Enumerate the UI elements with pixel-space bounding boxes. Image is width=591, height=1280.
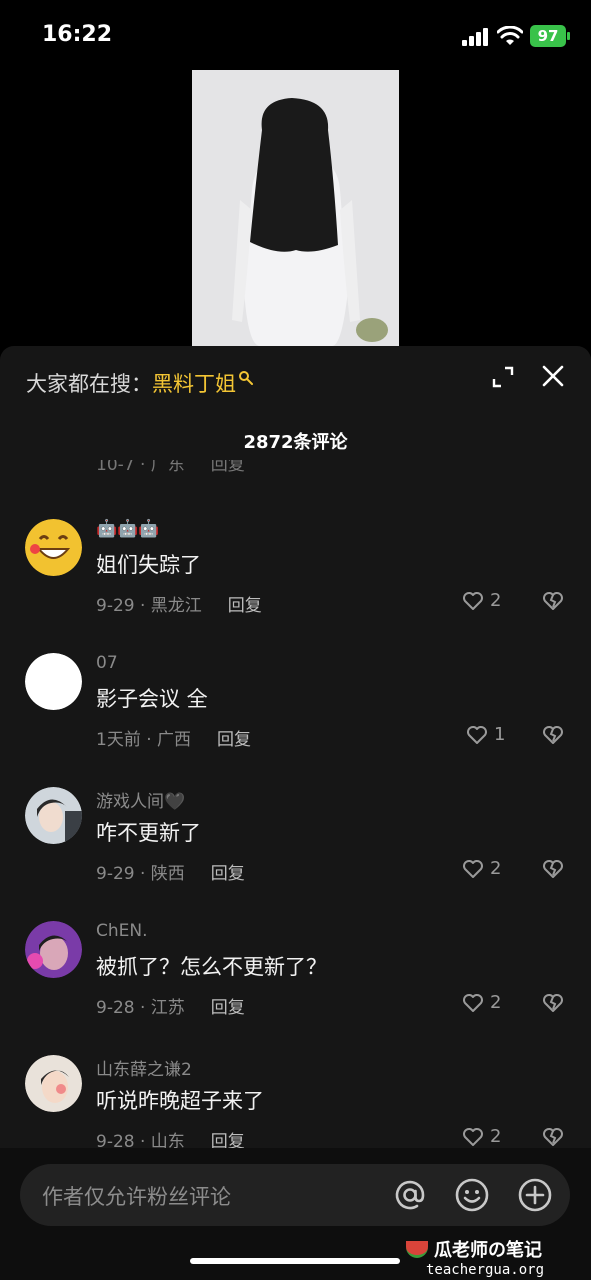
video-thumbnail[interactable]	[192, 70, 399, 346]
comment-sheet: 大家都在搜： 黑料丁姐 2872条评论 10-7 · 广东 回复 🤖🤖🤖 姐们失…	[0, 346, 591, 1280]
comment-item: 游戏人间🖤 咋不更新了 9-29 · 陕西 回复 2	[0, 787, 591, 907]
home-indicator[interactable]	[190, 1258, 400, 1264]
like-count: 2	[490, 992, 502, 1013]
reply-button[interactable]: 回复	[228, 591, 262, 616]
comment-item: 🤖🤖🤖 姐们失踪了 9-29 · 黑龙江 回复 2	[0, 519, 591, 639]
avatar[interactable]	[25, 519, 82, 576]
like-count: 2	[490, 1126, 502, 1147]
search-keyword[interactable]: 黑料丁姐	[152, 368, 236, 398]
comment-meta: 9-29 · 陕西 回复	[96, 859, 245, 884]
avatar-image	[25, 653, 82, 710]
close-icon[interactable]	[541, 364, 565, 388]
comment-date-location: 9-28 · 江苏	[96, 998, 185, 1018]
comment-date-location: 9-29 · 陕西	[96, 864, 185, 884]
avatar[interactable]	[25, 787, 82, 844]
status-time: 16:22	[42, 22, 113, 47]
search-suggestion[interactable]: 大家都在搜： 黑料丁姐	[26, 368, 254, 398]
signal-icon	[462, 28, 488, 46]
like-button[interactable]: 1	[466, 724, 505, 745]
comment-meta: 9-29 · 黑龙江 回复	[96, 591, 262, 616]
battery-indicator: 97	[530, 25, 570, 47]
comment-username[interactable]: 山东薛之谦2	[96, 1055, 192, 1080]
emoji-icon[interactable]	[454, 1177, 490, 1213]
like-button[interactable]: 2	[462, 858, 501, 879]
comment-input[interactable]: 作者仅允许粉丝评论	[20, 1164, 570, 1226]
comment-item: ChEN. 被抓了？怎么不更新了？ 9-28 · 江苏 回复 2	[0, 921, 591, 1041]
comment-date-location: 9-29 · 黑龙江	[96, 596, 202, 616]
reply-button[interactable]: 回复	[211, 460, 245, 475]
avatar[interactable]	[25, 653, 82, 710]
broken-heart-icon[interactable]	[542, 993, 564, 1013]
comment-item: 07 影子会议 全 1天前 · 广西 回复 1	[0, 653, 591, 773]
heart-icon	[463, 591, 483, 610]
comment-username[interactable]: 🤖🤖🤖	[96, 519, 160, 539]
watermark-title: 瓜老师の笔记	[434, 1240, 542, 1261]
avatar-image	[25, 519, 82, 576]
comment-meta: 9-28 · 江苏 回复	[96, 993, 245, 1018]
like-button[interactable]: 2	[462, 992, 501, 1013]
watermelon-icon	[406, 1240, 428, 1258]
avatar[interactable]	[25, 921, 82, 978]
truncated-comment-meta: 10-7 · 广东 回复	[96, 460, 566, 480]
watermark: 瓜老师の笔记	[406, 1236, 542, 1262]
broken-heart-icon[interactable]	[542, 591, 564, 611]
wifi-icon	[497, 26, 523, 45]
comment-text: 被抓了？怎么不更新了？	[96, 955, 327, 979]
comment-input-placeholder: 作者仅允许粉丝评论	[42, 1185, 231, 1209]
like-button[interactable]: 2	[462, 1126, 501, 1147]
reply-button[interactable]: 回复	[211, 859, 245, 884]
like-count: 2	[490, 858, 502, 879]
search-icon	[239, 371, 253, 385]
avatar-image	[25, 787, 82, 844]
comment-meta: 1天前 · 广西 回复	[96, 725, 251, 750]
like-count: 2	[490, 590, 502, 611]
at-mention-icon[interactable]	[392, 1177, 428, 1213]
reply-button[interactable]: 回复	[211, 993, 245, 1018]
meta-date: 10-7 · 广东	[96, 460, 185, 475]
comment-username[interactable]: 游戏人间🖤	[96, 787, 185, 812]
like-count: 1	[494, 724, 506, 745]
heart-icon	[463, 859, 483, 878]
search-prefix: 大家都在搜：	[26, 372, 152, 396]
add-icon[interactable]	[517, 1177, 553, 1213]
broken-heart-icon[interactable]	[542, 1127, 564, 1147]
expand-icon[interactable]	[492, 366, 514, 388]
status-bar: 16:22 97	[0, 0, 591, 70]
heart-icon	[463, 993, 483, 1012]
comment-count: 2872条评论	[243, 432, 348, 453]
heart-icon	[467, 725, 487, 744]
comment-text: 姐们失踪了	[96, 553, 201, 577]
broken-heart-icon[interactable]	[542, 725, 564, 745]
heart-icon	[463, 1127, 483, 1146]
comment-date-location: 1天前 · 广西	[96, 730, 192, 750]
like-button[interactable]: 2	[462, 590, 501, 611]
broken-heart-icon[interactable]	[542, 859, 564, 879]
video-figure-image	[192, 70, 399, 346]
comment-text: 影子会议 全	[96, 687, 208, 711]
comment-username[interactable]: ChEN.	[96, 921, 148, 941]
avatar-image	[25, 1055, 82, 1112]
watermark-url: teachergua.org	[426, 1262, 545, 1278]
comment-text: 听说昨晚超子来了	[96, 1089, 264, 1113]
reply-button[interactable]: 回复	[217, 725, 251, 750]
avatar-image	[25, 921, 82, 978]
comment-text: 咋不更新了	[96, 821, 201, 845]
avatar[interactable]	[25, 1055, 82, 1112]
comment-username[interactable]: 07	[96, 653, 118, 673]
